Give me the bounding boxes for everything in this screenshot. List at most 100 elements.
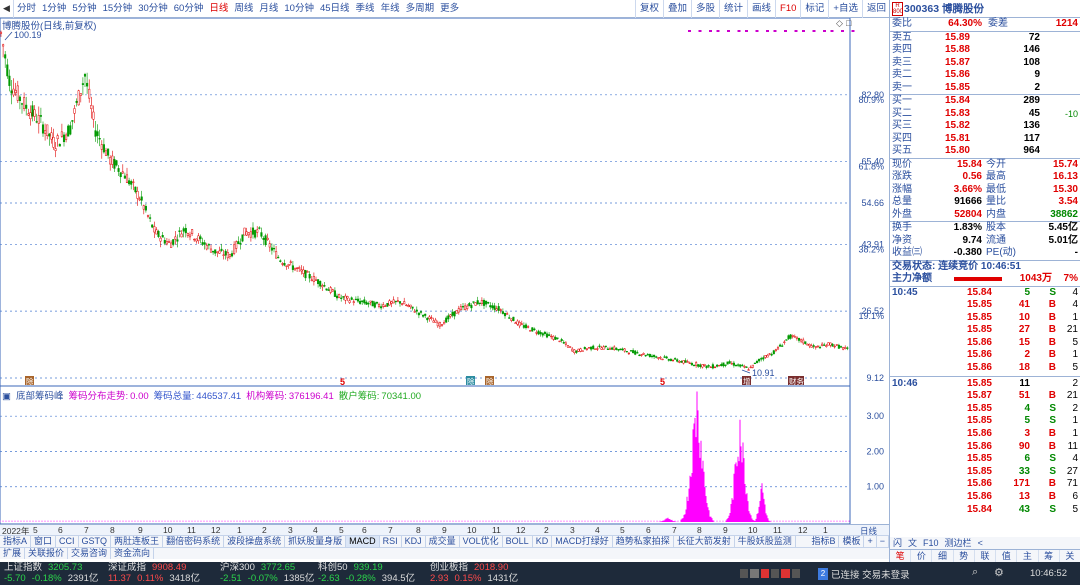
tool-button[interactable]: 统计: [719, 0, 747, 18]
search-icon[interactable]: ⌕: [972, 566, 978, 579]
panel-tab[interactable]: 细: [932, 550, 954, 562]
diamond-icon[interactable]: ◇: [836, 18, 843, 28]
tick-row[interactable]: 15.85 10 B 1: [890, 312, 1080, 325]
tick-row[interactable]: 15.86 90 B 11: [890, 441, 1080, 454]
kline-chart-area[interactable]: 82.80 65.40 54.66 43.91 26.52 9.12 80.9% 61.8% 3…: [0, 18, 889, 524]
indicator-tab[interactable]: 趋势私家拍探: [613, 536, 674, 547]
period-tab[interactable]: 月线: [256, 0, 281, 18]
panel-tab[interactable]: 势: [954, 550, 975, 562]
event-marker[interactable]: 5: [660, 377, 665, 387]
event-marker[interactable]: 除: [486, 376, 494, 386]
period-tab[interactable]: 1分钟: [39, 0, 69, 18]
tick-row[interactable]: 15.86 18 B 5: [890, 362, 1080, 375]
panel-tab[interactable]: 笔: [890, 550, 912, 562]
tick-row[interactable]: 15.86 15 B 5: [890, 337, 1080, 350]
order-book-row[interactable]: 卖四 15.88 146: [890, 44, 1080, 57]
indicator-tab[interactable]: KD: [533, 536, 553, 547]
period-tab[interactable]: 60分钟: [171, 0, 207, 18]
tick-row[interactable]: 15.85 33 S 27: [890, 466, 1080, 479]
order-book-row[interactable]: 卖一 15.85 2: [890, 82, 1080, 95]
pane-close-icon[interactable]: □: [846, 18, 852, 28]
period-tab[interactable]: 5分钟: [69, 0, 99, 18]
tool-button[interactable]: 多股: [690, 0, 719, 18]
panel-tab[interactable]: 联: [975, 550, 997, 562]
index-quote[interactable]: 沪深300 3772.65 -2.51 -0.07% 1385亿: [220, 562, 314, 584]
order-book-row[interactable]: 买二 15.83 45 -10: [890, 108, 1080, 121]
period-tab[interactable]: 年线: [378, 0, 403, 18]
index-quote[interactable]: 创业板指 2018.90 2.93 0.15% 1431亿: [430, 562, 518, 584]
extension-tab[interactable]: 关联报价: [25, 548, 69, 559]
panel-tab[interactable]: 关: [1060, 550, 1080, 562]
tick-row[interactable]: 15.86 171 B 71: [890, 478, 1080, 491]
connection-status[interactable]: 2 已连接 交易未登录: [818, 567, 910, 581]
tick-row[interactable]: 10:46 15.85 11 2: [890, 378, 1080, 391]
period-tab[interactable]: 15分钟: [100, 0, 136, 18]
order-book-row[interactable]: 买三 15.82 136: [890, 120, 1080, 133]
extension-tab[interactable]: 资金流向: [111, 548, 155, 559]
settings-icon[interactable]: ⚙: [994, 566, 1004, 579]
indicator-tab[interactable]: VOL优化: [460, 536, 503, 547]
tool-button[interactable]: +自选: [828, 0, 862, 18]
period-tab[interactable]: 季线: [353, 0, 378, 18]
add-indicator-icon[interactable]: +: [864, 536, 877, 547]
period-tab[interactable]: 多周期: [403, 0, 438, 18]
event-marker[interactable]: 财务: [789, 376, 804, 386]
tick-row[interactable]: 15.84 43 S 5: [890, 504, 1080, 517]
tick-row[interactable]: 15.86 3 B 1: [890, 428, 1080, 441]
order-book-row[interactable]: 买一 15.84 289: [890, 95, 1080, 108]
tick-row[interactable]: 15.85 4 S 2: [890, 403, 1080, 416]
order-book-row[interactable]: 卖五 15.89 72: [890, 32, 1080, 45]
panel-tab-secondary[interactable]: 测边栏: [942, 537, 975, 549]
tick-row[interactable]: 15.85 27 B 21: [890, 324, 1080, 337]
order-book-row[interactable]: 买四 15.81 117: [890, 133, 1080, 146]
period-tab[interactable]: 分时: [14, 0, 39, 18]
event-marker[interactable]: 增: [743, 376, 751, 386]
order-book-row[interactable]: 卖三 15.87 108: [890, 57, 1080, 70]
kline-chart-svg[interactable]: 82.8065.4054.6643.9126.529.1280.9%61.8%3…: [0, 18, 889, 524]
indicator-tab[interactable]: MACD打绿好: [552, 536, 613, 547]
panel-tab[interactable]: 筹: [1039, 550, 1060, 562]
period-tab[interactable]: 45日线: [317, 0, 353, 18]
event-marker[interactable]: 除: [26, 376, 34, 386]
tick-row[interactable]: 15.85 41 B 4: [890, 299, 1080, 312]
panel-tab[interactable]: 价: [911, 550, 933, 562]
tool-button[interactable]: 标记: [800, 0, 828, 18]
tick-row[interactable]: 15.87 51 B 21: [890, 390, 1080, 403]
extension-tab[interactable]: 扩展: [0, 548, 26, 559]
order-book-row[interactable]: 买五 15.80 964: [890, 145, 1080, 158]
period-tab[interactable]: 日线: [206, 0, 231, 18]
tick-row[interactable]: 15.85 5 S 1: [890, 415, 1080, 428]
index-quote[interactable]: 上证指数 3205.73 -5.70 -0.18% 2391亿: [4, 562, 98, 584]
indicator-tab[interactable]: 抓妖股量身版: [285, 536, 347, 547]
tick-row[interactable]: 10:45 15.84 5 S 4: [890, 287, 1080, 300]
tool-button[interactable]: F10: [775, 0, 800, 18]
indicator-name[interactable]: 底部筹码峰: [16, 391, 64, 402]
panel-tab-secondary[interactable]: F10: [920, 537, 942, 549]
period-tab[interactable]: 周线: [231, 0, 256, 18]
indicator-tab[interactable]: 翻倍密码系统: [163, 536, 225, 547]
index-quote[interactable]: 科创50 939.19 -2.63 -0.28% 394.5亿: [318, 562, 415, 584]
tool-button[interactable]: 返回: [861, 0, 890, 18]
indicator-tab[interactable]: MACD: [346, 536, 380, 547]
order-book-row[interactable]: 卖二 15.86 9: [890, 69, 1080, 82]
indicator-tab[interactable]: CCI: [56, 536, 79, 547]
panel-tab-secondary[interactable]: 闪: [890, 537, 905, 549]
collapse-caret-icon[interactable]: ◀: [0, 0, 14, 18]
indicator-tab[interactable]: 窗口: [31, 536, 57, 547]
tick-list[interactable]: 10:45 15.84 5 S 4 15.85 41 B 4 15.85 10 B 1 15.85 27 B 2…: [890, 287, 1080, 517]
index-quote[interactable]: 深证成指 9908.49 11.37 0.11% 3418亿: [108, 562, 200, 584]
remove-indicator-icon[interactable]: −: [877, 536, 889, 547]
tool-button[interactable]: 画线: [747, 0, 775, 18]
indicator-tab[interactable]: 成交量: [426, 536, 460, 547]
indicator-tab[interactable]: RSI: [380, 536, 402, 547]
tool-button[interactable]: 复权: [634, 0, 663, 18]
indicator-tab-right[interactable]: 模板: [839, 536, 865, 547]
indicator-tab[interactable]: 指标A: [0, 536, 32, 547]
tool-button[interactable]: 叠加: [662, 0, 691, 18]
tick-row[interactable]: 15.86 13 B 6: [890, 491, 1080, 504]
indicator-icon[interactable]: ▣: [2, 391, 11, 402]
indicator-tab[interactable]: BOLL: [503, 536, 533, 547]
panel-tab[interactable]: 值: [996, 550, 1018, 562]
indicator-tab-right[interactable]: 指标B: [808, 536, 840, 547]
indicator-tab[interactable]: KDJ: [402, 536, 426, 547]
